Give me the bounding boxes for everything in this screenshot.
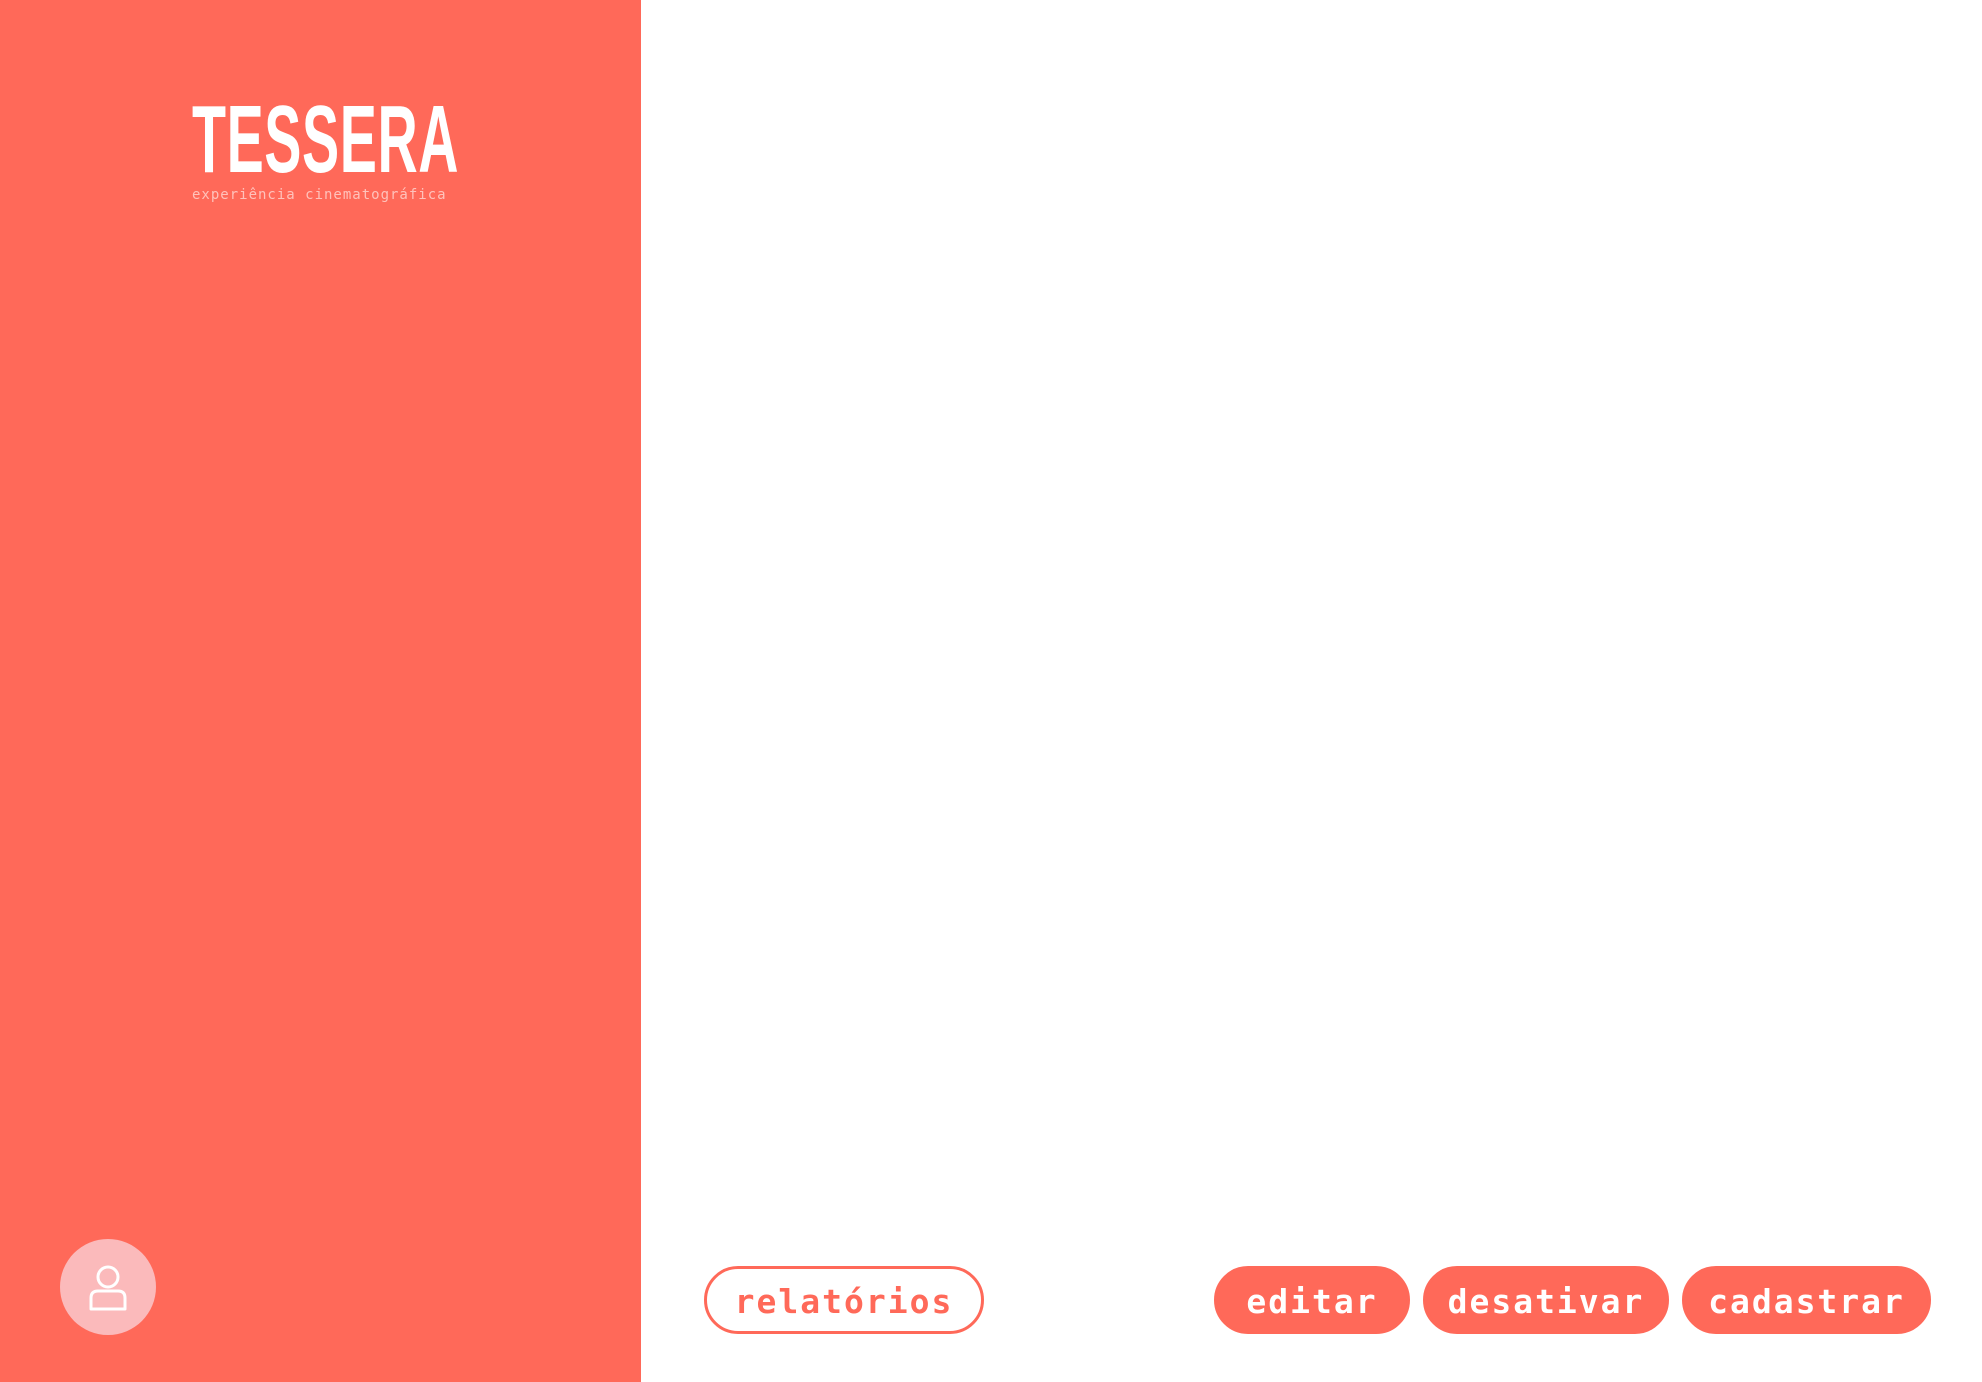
brand-logo: TESSERA experiência cinematográfica — [192, 86, 460, 204]
reports-button[interactable]: relatórios — [704, 1266, 984, 1334]
deactivate-button[interactable]: desativar — [1423, 1266, 1669, 1334]
user-icon — [89, 1265, 127, 1311]
register-button[interactable]: cadastrar — [1682, 1266, 1931, 1334]
edit-button[interactable]: editar — [1214, 1266, 1410, 1334]
sidebar: TESSERA experiência cinematográfica — [0, 0, 641, 1382]
user-avatar-button[interactable] — [60, 1239, 156, 1335]
brand-name: TESSERA — [192, 86, 460, 193]
